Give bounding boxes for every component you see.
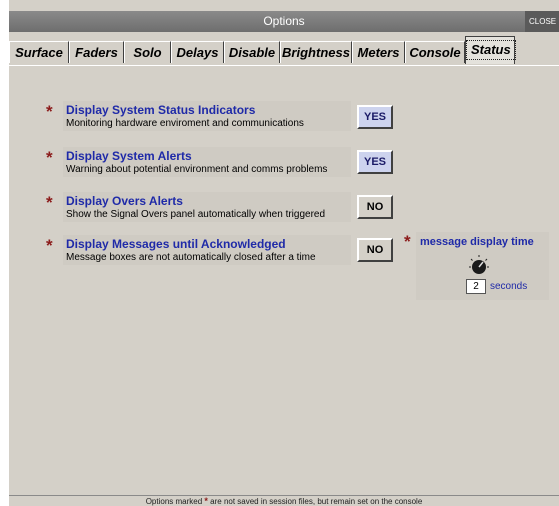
tab-disable[interactable]: Disable xyxy=(224,41,280,63)
option-title: Display Overs Alerts xyxy=(66,194,183,208)
tab-brightness[interactable]: Brightness xyxy=(280,41,352,63)
message-display-time-label: message display time xyxy=(420,236,534,248)
tab-surface[interactable]: Surface xyxy=(9,41,69,63)
title-bar: Options CLOSE xyxy=(9,11,559,32)
not-saved-star-icon: * xyxy=(46,193,53,212)
tab-delays[interactable]: Delays xyxy=(171,41,224,63)
close-button[interactable]: CLOSE xyxy=(525,11,559,32)
message-display-time-input[interactable]: 2 xyxy=(466,279,486,294)
system-alerts-toggle[interactable]: YES xyxy=(357,150,393,174)
not-saved-star-icon: * xyxy=(46,102,53,121)
overs-alerts-toggle[interactable]: NO xyxy=(357,195,393,219)
tab-status[interactable]: Status xyxy=(465,36,516,64)
not-saved-star-icon: * xyxy=(46,148,53,167)
option-description: Warning about potential environment and … xyxy=(66,164,328,175)
tab-status-label: Status xyxy=(466,40,516,60)
option-description: Message boxes are not automatically clos… xyxy=(66,252,316,263)
footer-star-icon: * xyxy=(204,496,208,506)
option-overs-alerts: * Display Overs Alerts Show the Signal O… xyxy=(46,192,351,222)
option-title: Display System Status Indicators xyxy=(66,103,256,117)
tab-bar: Surface Faders Solo Delays Disable Brigh… xyxy=(9,32,559,65)
tab-faders[interactable]: Faders xyxy=(69,41,124,63)
option-messages-until-acknowledged: * Display Messages until Acknowledged Me… xyxy=(46,235,351,265)
option-system-status-indicators: * Display System Status Indicators Monit… xyxy=(46,101,351,131)
tab-solo[interactable]: Solo xyxy=(124,41,171,63)
system-status-indicators-toggle[interactable]: YES xyxy=(357,105,393,129)
option-description: Monitoring hardware enviroment and commu… xyxy=(66,118,304,129)
not-saved-star-icon: * xyxy=(46,236,53,255)
options-window: Options CLOSE Surface Faders Solo Delays… xyxy=(9,0,559,506)
window-title: Options xyxy=(263,14,305,28)
tab-console[interactable]: Console xyxy=(405,41,465,63)
footer-text-after: are not saved in session files, but rema… xyxy=(210,497,423,506)
rotary-knob-icon[interactable] xyxy=(468,254,490,276)
option-title: Display System Alerts xyxy=(66,149,192,163)
messages-until-acknowledged-toggle[interactable]: NO xyxy=(357,238,393,262)
footer-note: Options marked * are not saved in sessio… xyxy=(9,495,559,506)
footer-text-before: Options marked xyxy=(145,497,203,506)
option-title: Display Messages until Acknowledged xyxy=(66,237,286,251)
option-description: Show the Signal Overs panel automaticall… xyxy=(66,209,326,220)
tab-meters[interactable]: Meters xyxy=(352,41,405,63)
message-display-time-panel: * message display time 2 seconds xyxy=(404,232,549,300)
status-panel: * Display System Status Indicators Monit… xyxy=(9,65,559,496)
option-system-alerts: * Display System Alerts Warning about po… xyxy=(46,147,351,177)
message-display-time-unit: seconds xyxy=(490,281,528,292)
not-saved-star-icon: * xyxy=(404,232,411,251)
